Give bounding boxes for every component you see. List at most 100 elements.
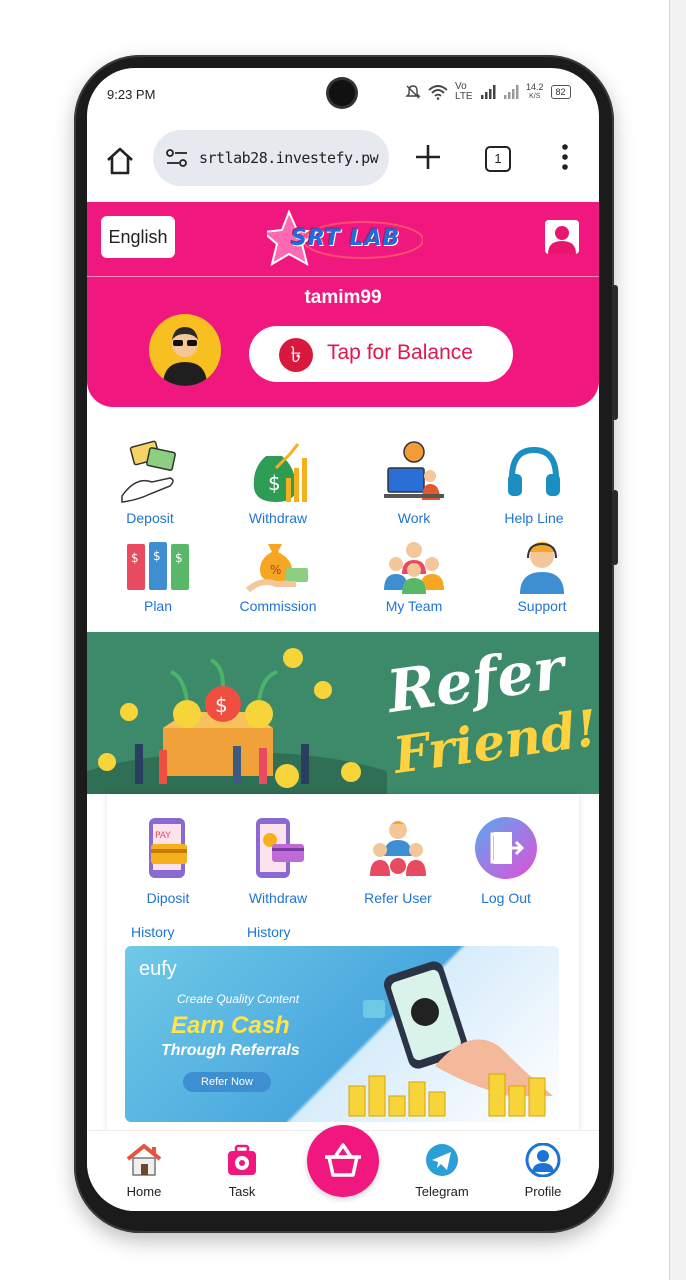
menu-plan[interactable]: $ $ $ Plan: [103, 538, 213, 614]
nav-profile[interactable]: Profile: [498, 1142, 588, 1199]
refer-friend-banner[interactable]: $ Refer Friend!: [87, 632, 599, 794]
taka-icon: ৳: [279, 338, 313, 372]
promo-brand: eufy: [139, 958, 177, 980]
menu-deposit-label: Deposit: [126, 510, 174, 526]
balance-button[interactable]: ৳ Tap for Balance: [249, 326, 513, 382]
svg-text:PAY: PAY: [155, 831, 171, 841]
headphones-icon: [508, 446, 560, 496]
svg-text:$: $: [215, 693, 228, 717]
user-avatar: [149, 314, 221, 386]
plan-binders-icon: $ $ $: [127, 542, 189, 590]
menu-deposit-history[interactable]: PAY Diposit: [113, 816, 223, 906]
site-settings-icon[interactable]: [165, 147, 189, 169]
refer-users-icon: [370, 821, 426, 876]
menu-commission[interactable]: % Commission: [223, 538, 333, 614]
status-bar: 9:23 PM Vo LTE 14.2 K/S 82: [87, 68, 599, 124]
menu-support[interactable]: Support: [487, 538, 597, 614]
svg-text:$: $: [153, 549, 161, 563]
refer-now-button[interactable]: Refer Now: [183, 1072, 271, 1092]
header-divider: [87, 276, 599, 277]
svg-text:%: %: [270, 563, 281, 577]
menu-commission-label: Commission: [239, 598, 317, 614]
promo-headline: Earn Cash: [171, 1012, 290, 1039]
phone-card-icon: [256, 818, 304, 878]
menu-work-label: Work: [397, 510, 431, 526]
net-speed-value: 14.2: [526, 82, 544, 92]
basket-icon: [325, 1143, 361, 1177]
menu-withdraw[interactable]: $ Withdraw: [223, 438, 333, 526]
balance-label: Tap for Balance: [327, 341, 473, 364]
phone-screen: 9:23 PM Vo LTE 14.2 K/S 82 srtlab28.inve…: [87, 68, 599, 1211]
language-button[interactable]: English: [101, 216, 175, 258]
menu-withdraw-history[interactable]: Withdraw: [223, 816, 333, 906]
net-speed-unit: K/S: [529, 93, 541, 100]
promo-banner[interactable]: eufy Create Quality Content Earn Cash Th…: [125, 946, 559, 1122]
menu-plan-label: Plan: [143, 598, 173, 614]
nav-profile-label: Profile: [524, 1184, 562, 1199]
home-browser-icon[interactable]: [103, 144, 137, 178]
menu-help-line-label: Help Line: [504, 510, 564, 526]
app-header: English SRT LAB tamim99 ৳ Tap for Balanc…: [87, 202, 599, 407]
nav-home-label: Home: [126, 1184, 162, 1199]
home-icon: [126, 1144, 162, 1176]
bottom-navigation: Home Task Telegram Profile: [87, 1125, 599, 1211]
nav-task[interactable]: Task: [197, 1143, 287, 1199]
address-bar[interactable]: srtlab28.investefy.pw: [153, 130, 389, 186]
menu-work[interactable]: Work: [359, 438, 469, 526]
menu-help-line[interactable]: Help Line: [479, 438, 589, 526]
nav-telegram-label: Telegram: [415, 1184, 469, 1199]
status-time: 9:23 PM: [107, 87, 156, 102]
header-profile-icon[interactable]: [545, 220, 579, 254]
promo-line3: Through Referrals: [161, 1042, 300, 1059]
network-type: Vo LTE: [455, 81, 473, 102]
telegram-icon: [426, 1144, 458, 1176]
volume-button: [612, 285, 618, 420]
new-tab-icon[interactable]: [413, 142, 443, 172]
menu-deposit[interactable]: Deposit: [95, 438, 205, 526]
promo-illustration: [348, 961, 553, 1117]
promo-line1: Create Quality Content: [177, 992, 300, 1006]
svg-text:$: $: [131, 551, 139, 565]
menu-my-team-label: My Team: [385, 598, 443, 614]
power-button: [612, 490, 618, 565]
menu-refer-user[interactable]: Refer User: [343, 816, 453, 906]
signal-2-icon: [504, 85, 519, 99]
front-camera: [329, 80, 355, 106]
status-icons: Vo LTE 14.2 K/S 82: [405, 82, 571, 102]
deposit-money-icon: [121, 440, 176, 503]
url-text[interactable]: srtlab28.investefy.pw: [199, 149, 379, 167]
profile-icon: [525, 1142, 561, 1178]
menu-support-label: Support: [517, 598, 567, 614]
log-out-icon: [475, 817, 537, 879]
withdraw-history-suffix: History: [247, 924, 291, 940]
commission-bag-icon: %: [246, 544, 308, 593]
shop-fab-button[interactable]: [307, 1125, 379, 1197]
menu-withdraw-label: Withdraw: [248, 510, 308, 526]
withdraw-chart-icon: $: [253, 443, 307, 502]
svg-text:$: $: [268, 471, 281, 495]
log-out-label: Log Out: [481, 890, 531, 906]
tab-switcher-button[interactable]: 1: [485, 146, 511, 172]
username: tamim99: [304, 287, 382, 308]
nav-telegram[interactable]: Telegram: [397, 1143, 487, 1199]
nav-home[interactable]: Home: [99, 1143, 189, 1199]
page-edge: [669, 0, 686, 1280]
more-menu-icon[interactable]: [555, 142, 575, 172]
svg-text:$: $: [175, 551, 183, 565]
wifi-icon: [428, 85, 448, 100]
work-desk-icon: [384, 441, 444, 500]
battery-indicator: 82: [550, 85, 571, 99]
mute-icon: [405, 85, 421, 99]
team-people-icon: [384, 542, 444, 594]
net-speed: 14.2 K/S: [526, 82, 544, 102]
support-agent-icon: [520, 542, 564, 594]
menu-log-out[interactable]: Log Out: [451, 816, 561, 906]
deposit-history-suffix: History: [131, 924, 175, 940]
menu-my-team[interactable]: My Team: [359, 538, 469, 614]
pay-card-icon: PAY: [149, 818, 187, 878]
signal-icon: [481, 85, 496, 99]
logo-text: SRT LAB: [291, 226, 401, 251]
withdraw-history-label: Withdraw: [248, 890, 308, 906]
nav-task-label: Task: [228, 1184, 256, 1199]
browser-toolbar: srtlab28.investefy.pw 1: [87, 124, 599, 202]
